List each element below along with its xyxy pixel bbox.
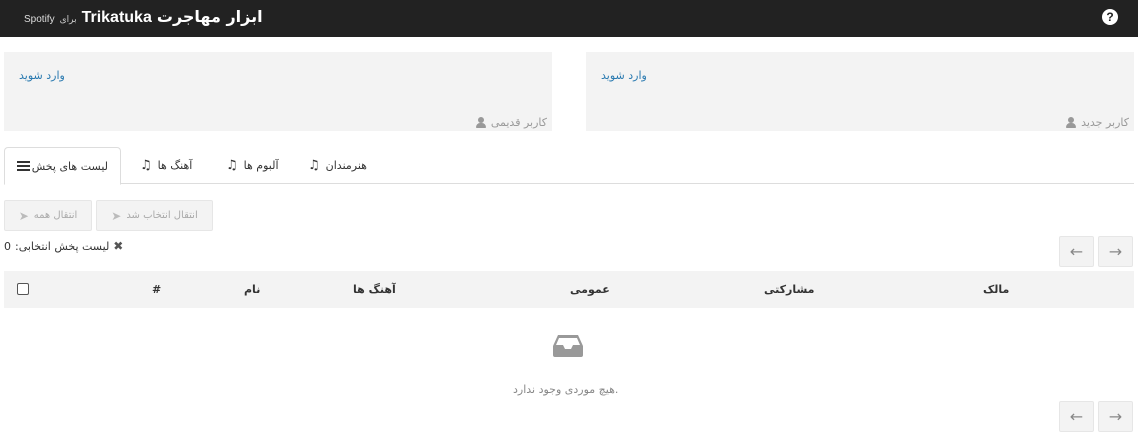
column-name: نام (244, 283, 261, 296)
new-user-login-link[interactable]: وارد شوید (601, 69, 647, 82)
column-tracks: آهنگ ها (353, 283, 396, 296)
top-navbar: ابزار مهاجرت Trikatuka برای Spotify ? (0, 0, 1138, 37)
column-number: # (152, 283, 162, 296)
transfer-all-button[interactable]: انتقال همه ➤ (4, 200, 92, 231)
new-user-label: کاربر جدید (1066, 116, 1129, 129)
old-user-login-link[interactable]: وارد شوید (19, 69, 65, 82)
for-label: برای (59, 15, 77, 25)
tab-tracks-label: آهنگ ها (157, 159, 193, 172)
new-user-role: کاربر جدید (1081, 116, 1129, 129)
transfer-selected-button[interactable]: انتقال انتخاب شد ➤ (96, 200, 213, 231)
next-page-button-bottom[interactable]: → (1098, 401, 1133, 432)
table-header: # نام آهنگ ها عمومی مشارکتی مالک (4, 271, 1134, 308)
times-icon[interactable]: ✖ (113, 239, 123, 253)
help-icon[interactable]: ? (1102, 9, 1118, 25)
user-icon (1066, 117, 1077, 128)
tab-artists[interactable]: هنرمندان ♫ (296, 147, 379, 184)
music-icon: ♫ (226, 158, 238, 173)
old-user-panel: وارد شوید کاربر قدیمی (4, 52, 552, 131)
old-user-label: کاربر قدیمی (475, 116, 547, 129)
user-icon (475, 117, 486, 128)
tab-playlists[interactable]: لیست های پخش (4, 147, 121, 185)
tab-playlists-label: لیست های پخش (31, 159, 108, 173)
tab-albums-label: آلبوم ها (243, 159, 279, 172)
prev-page-button[interactable]: ← (1059, 236, 1094, 267)
music-icon: ♫ (308, 158, 320, 173)
paper-plane-icon: ➤ (111, 208, 122, 223)
column-public: عمومی (570, 283, 610, 296)
selected-label: لیست پخش انتخابی: (15, 239, 110, 253)
new-user-panel: وارد شوید کاربر جدید (586, 52, 1134, 131)
next-page-button[interactable]: → (1098, 236, 1133, 267)
spotify-label: Spotify (24, 14, 55, 25)
column-collaborative: مشارکتی (764, 283, 815, 296)
transfer-selected-label: انتقال انتخاب شد (126, 210, 198, 221)
old-user-role: کاربر قدیمی (490, 116, 547, 129)
tab-albums[interactable]: آلبوم ها ♫ (214, 147, 291, 184)
select-all-checkbox[interactable] (17, 283, 29, 295)
content-tabs: لیست های پخش آهنگ ها ♫ آلبوم ها ♫ هنرمند… (4, 147, 1134, 185)
list-icon (17, 161, 30, 171)
tab-artists-label: هنرمندان (325, 159, 367, 172)
tab-tracks[interactable]: آهنگ ها ♫ (128, 147, 204, 184)
column-owner: مالک (983, 283, 1010, 296)
prev-page-button-bottom[interactable]: ← (1059, 401, 1094, 432)
inbox-icon (553, 335, 583, 357)
app-title: ابزار مهاجرت (156, 7, 263, 26)
paper-plane-icon: ➤ (18, 208, 29, 223)
music-icon: ♫ (140, 158, 152, 173)
transfer-all-label: انتقال همه (33, 210, 78, 221)
app-brand[interactable]: ابزار مهاجرت Trikatuka برای Spotify (24, 7, 263, 27)
app-name: Trikatuka (81, 9, 152, 26)
selected-count: 0 (4, 239, 11, 253)
selected-playlists-count: ✖ لیست پخش انتخابی: 0 (4, 239, 123, 253)
empty-state-text: .هیچ موردی وجود ندارد (513, 383, 619, 396)
